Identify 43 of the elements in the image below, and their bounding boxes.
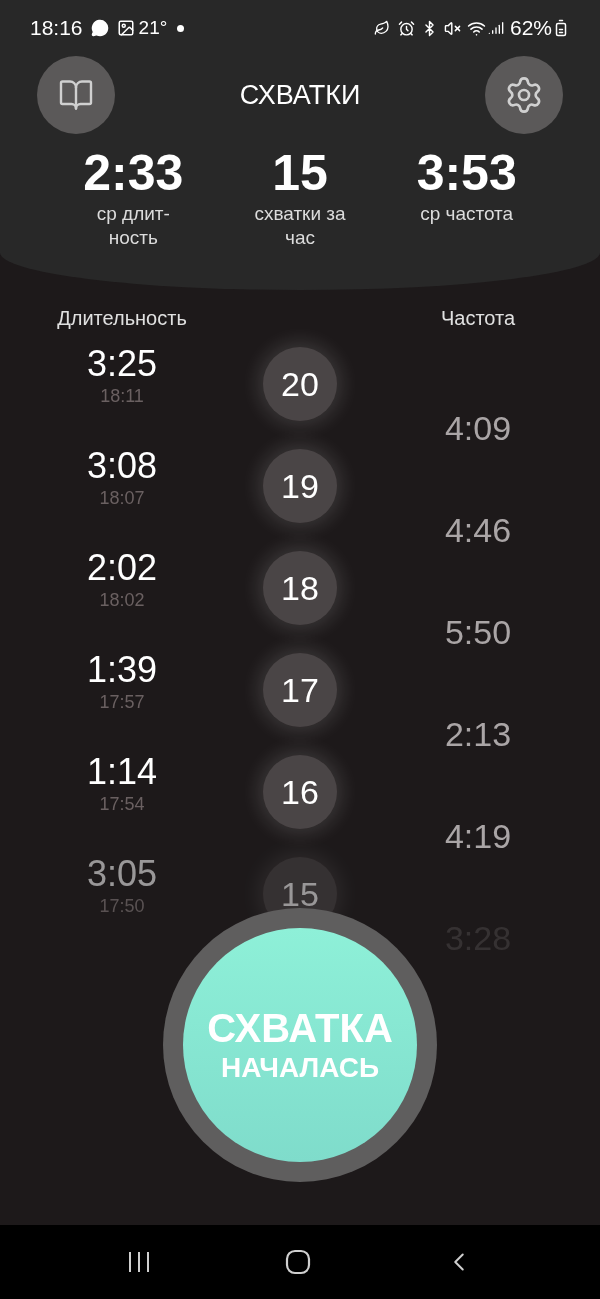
image-icon	[116, 19, 135, 37]
contraction-number: 20	[263, 347, 337, 421]
frequency-value: 5:50	[444, 612, 512, 653]
start-time: 17:54	[99, 793, 145, 815]
frequency-value: 4:09	[444, 408, 512, 449]
start-time: 18:11	[100, 385, 144, 407]
frequency-value: 4:46	[444, 510, 512, 551]
contraction-number: 16	[263, 755, 337, 829]
stat-value: 15	[272, 144, 328, 202]
home-icon[interactable]	[285, 1249, 311, 1275]
stat-value: 2:33	[83, 144, 184, 202]
frequency-value: 4:19	[444, 816, 512, 857]
frequency-value: 2:13	[444, 714, 512, 755]
contraction-number: 19	[263, 449, 337, 523]
start-time: 18:07	[99, 487, 145, 509]
column-header: Частота	[439, 306, 517, 331]
screen-title: СХВАТКИ	[239, 78, 361, 112]
contraction-number: 17	[263, 653, 337, 727]
duration-value: 2:02	[86, 547, 158, 589]
clock: 18:16	[30, 15, 83, 42]
duration-value: 3:05	[86, 853, 158, 895]
book-icon	[58, 77, 94, 113]
duration-value: 1:39	[86, 649, 158, 691]
stat-value: 3:53	[416, 144, 517, 202]
duration-value: 1:14	[86, 751, 158, 793]
stat-label: схватки за час	[253, 202, 347, 250]
signal-icon	[487, 20, 504, 36]
contraction-number: 18	[263, 551, 337, 625]
start-time: 17:50	[99, 895, 145, 917]
mute-icon	[443, 19, 461, 37]
stat-label: ср длит-ность	[95, 202, 171, 250]
battery-level: 62%	[509, 15, 552, 42]
start-contraction-button[interactable]: СХВАТКА НАЧАЛАСЬ	[163, 908, 437, 1182]
column-header: Длительность	[56, 306, 188, 331]
message-icon	[90, 19, 109, 37]
alarm-icon	[397, 19, 415, 37]
temperature: 21°	[138, 15, 168, 40]
start-time: 17:57	[99, 691, 145, 713]
battery-saver-icon	[373, 20, 390, 36]
start-time: 18:02	[99, 589, 145, 611]
stat-label: ср частота	[419, 202, 515, 226]
duration-value: 3:25	[86, 343, 158, 385]
duration-value: 3:08	[86, 445, 158, 487]
